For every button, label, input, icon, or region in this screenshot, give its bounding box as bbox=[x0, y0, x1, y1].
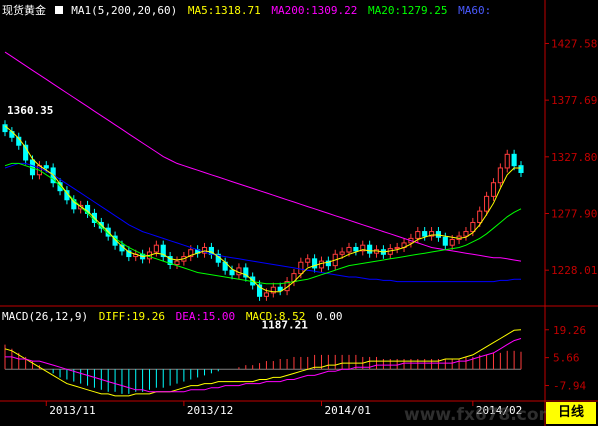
ma20-value: MA20:1279.25 bbox=[368, 4, 448, 17]
candle-body bbox=[477, 210, 483, 223]
candle-body bbox=[449, 239, 455, 246]
candle-body bbox=[153, 244, 159, 253]
chart-header: 现货黄金 MA1(5,200,20,60) MA5:1318.71 MA200:… bbox=[2, 4, 491, 17]
candle-body bbox=[298, 261, 304, 275]
macd-tick-label: -7.94 bbox=[553, 380, 586, 393]
candle-body bbox=[442, 236, 448, 246]
date-tick-label: 2013/12 bbox=[187, 404, 233, 417]
candle-body bbox=[422, 231, 428, 237]
candle-body bbox=[463, 231, 469, 237]
ma-indicator-title[interactable]: MA1(5,200,20,60) bbox=[71, 4, 177, 17]
macd-extra-value: 0.00 bbox=[316, 310, 343, 323]
macd-title[interactable]: MACD(26,12,9) bbox=[2, 310, 88, 323]
price-tick-label: 1228.01 bbox=[551, 264, 597, 277]
ma-icon bbox=[54, 6, 63, 14]
price-annotation: 1360.35 bbox=[7, 104, 53, 117]
diff-value: DIFF:19.26 bbox=[98, 310, 165, 323]
instrument-name: 现货黄金 bbox=[2, 4, 46, 17]
candle-body bbox=[511, 153, 517, 167]
candle-body bbox=[277, 286, 283, 292]
candle-body bbox=[263, 292, 270, 297]
ma60-line bbox=[4, 162, 521, 283]
macd-value: MACD:8.52 bbox=[245, 310, 306, 323]
price-tick-label: 1327.80 bbox=[551, 151, 597, 164]
candle-body bbox=[2, 124, 8, 133]
candle-body bbox=[504, 153, 510, 169]
candle-body bbox=[484, 195, 490, 212]
macd-tick-label: 19.26 bbox=[553, 324, 586, 337]
macd-tick-label: 5.66 bbox=[553, 352, 580, 365]
candle-body bbox=[394, 246, 400, 250]
candle-body bbox=[43, 165, 49, 169]
candle-body bbox=[346, 246, 352, 253]
price-tick-label: 1377.69 bbox=[551, 94, 597, 107]
chart-canvas: 1427.58 1377.69 1327.80 1277.90 1228.01 19.26… bbox=[0, 0, 598, 426]
ma5-value: MA5:1318.71 bbox=[187, 4, 261, 17]
candle-body bbox=[367, 244, 373, 254]
date-tick-label: 2013/11 bbox=[49, 404, 95, 417]
candle-body bbox=[305, 258, 311, 263]
ma200-value: MA200:1309.22 bbox=[271, 4, 358, 17]
candle-body bbox=[415, 231, 421, 239]
price-tick-label: 1427.58 bbox=[551, 37, 597, 50]
candle-body bbox=[174, 260, 180, 266]
candle-body bbox=[497, 167, 503, 184]
macd-header: MACD(26,12,9) DIFF:19.26 DEA:15.00 MACD:… bbox=[2, 310, 343, 323]
date-tick-label: 2014/01 bbox=[324, 404, 370, 417]
candle-body bbox=[318, 260, 325, 269]
candle-body bbox=[339, 251, 345, 255]
candle-body bbox=[353, 246, 359, 252]
ma20-line bbox=[4, 162, 522, 285]
ma200-line bbox=[4, 51, 522, 262]
candle-body bbox=[435, 231, 442, 238]
candle-body bbox=[518, 165, 524, 173]
candle-body bbox=[490, 182, 497, 197]
timeframe-button[interactable]: 日线 bbox=[546, 402, 596, 424]
dea-line bbox=[5, 338, 522, 393]
price-tick-label: 1277.90 bbox=[551, 208, 597, 221]
dea-value: DEA:15.00 bbox=[175, 310, 236, 323]
candle-body bbox=[470, 221, 476, 233]
candle-body bbox=[229, 269, 235, 276]
ma60-value: MA60: bbox=[458, 4, 492, 17]
watermark: www.fx678.com bbox=[404, 405, 556, 425]
